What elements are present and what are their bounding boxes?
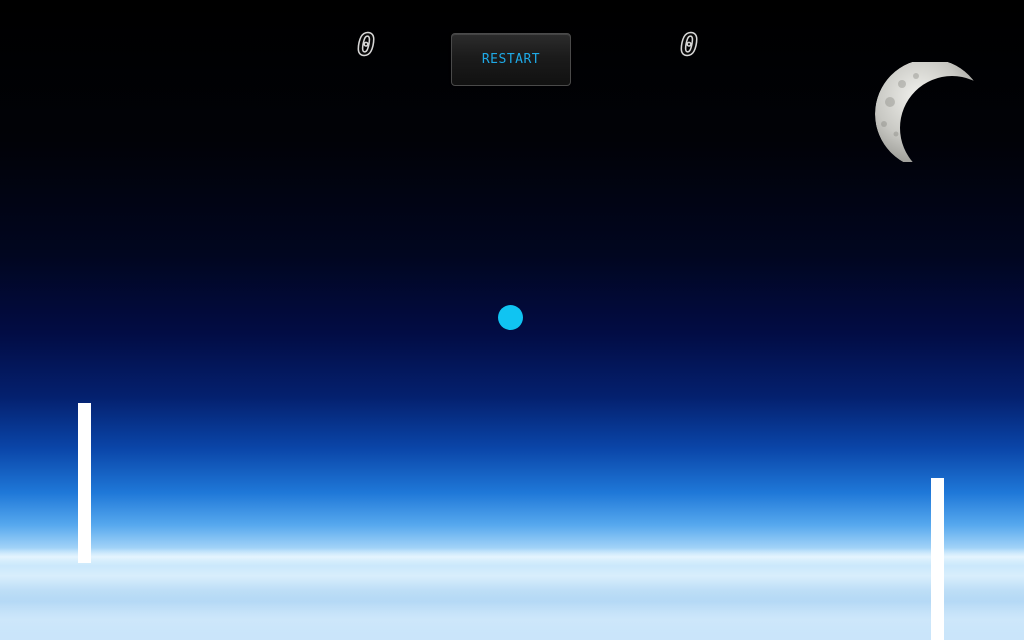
restart-button[interactable]: RESTART xyxy=(451,33,571,86)
right-player-score: 0 xyxy=(679,27,699,64)
left-paddle[interactable] xyxy=(78,403,91,563)
ball xyxy=(498,305,523,330)
game-canvas[interactable]: 0 0 RESTART xyxy=(0,0,1024,640)
left-player-score: 0 xyxy=(356,27,376,64)
crescent-moon-icon xyxy=(875,62,985,162)
right-paddle xyxy=(931,478,944,640)
horizon-haze xyxy=(0,548,1024,566)
cloud-layer xyxy=(0,590,1024,640)
